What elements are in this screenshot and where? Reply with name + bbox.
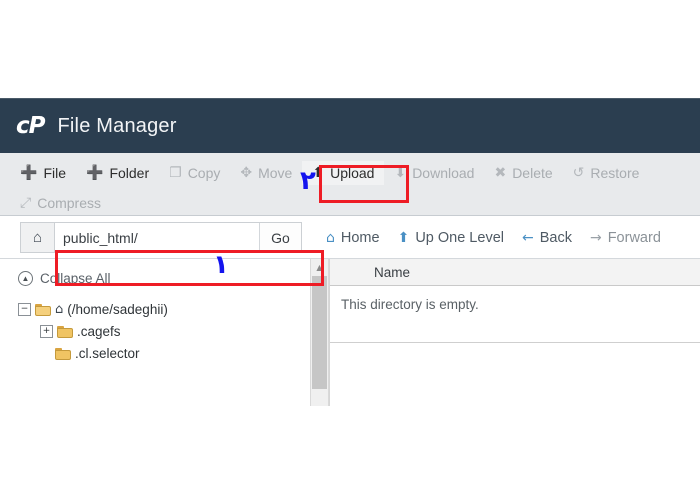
download-label: Download bbox=[412, 165, 475, 181]
nav-back-label: Back bbox=[539, 229, 572, 246]
home-icon: ⌂ bbox=[32, 229, 43, 246]
collapse-circle-icon: ▲ bbox=[18, 271, 33, 286]
move-button[interactable]: ✥ Move bbox=[230, 161, 302, 185]
main-content-split: ▲ Collapse All − ⌂ (/home/sadeghii) + .c… bbox=[0, 259, 700, 406]
plus-icon: ➕ bbox=[20, 165, 38, 181]
plus-icon: ➕ bbox=[86, 165, 104, 181]
tree-item-home[interactable]: − ⌂ (/home/sadeghii) bbox=[18, 298, 310, 320]
delete-icon: ✖ bbox=[494, 165, 507, 181]
nav-up-one-level-button[interactable]: ⬆ Up One Level bbox=[390, 226, 512, 250]
arrow-up-icon: ⬆ bbox=[397, 229, 410, 246]
compress-label: Compress bbox=[37, 195, 101, 211]
nav-forward-button[interactable]: → Forward bbox=[582, 226, 669, 250]
empty-directory-message: This directory is empty. bbox=[341, 297, 479, 312]
copy-icon: ❐ bbox=[169, 165, 182, 181]
home-icon: ⌂ bbox=[55, 301, 64, 317]
nav-home-button[interactable]: ⌂ Home bbox=[318, 226, 388, 250]
download-button[interactable]: ⬇ Download bbox=[384, 161, 484, 185]
file-listing-pane: Name This directory is empty. bbox=[329, 259, 700, 406]
folder-icon bbox=[55, 347, 71, 360]
column-header-name[interactable]: Name bbox=[330, 265, 410, 280]
upload-label: Upload bbox=[330, 165, 375, 181]
arrow-right-icon: → bbox=[589, 229, 602, 246]
restore-label: Restore bbox=[590, 165, 640, 181]
tree-item-label: (/home/sadeghii) bbox=[67, 301, 168, 317]
toolbar-row-secondary: ⤢ Compress bbox=[0, 188, 700, 218]
copy-label: Copy bbox=[187, 165, 221, 181]
delete-button[interactable]: ✖ Delete bbox=[484, 161, 562, 185]
file-manager-window: cP File Manager ➕ File ➕ Folder ❐ Copy ✥… bbox=[0, 98, 700, 406]
folder-open-icon bbox=[35, 303, 51, 316]
new-folder-button[interactable]: ➕ Folder bbox=[76, 161, 159, 185]
home-icon: ⌂ bbox=[326, 229, 335, 246]
collapse-all-button[interactable]: ▲ Collapse All bbox=[18, 271, 310, 286]
nav-up-label: Up One Level bbox=[415, 229, 504, 246]
path-navigation-bar: ⌂ Go ⌂ Home ⬆ Up One Level ← Back bbox=[0, 216, 700, 259]
nav-home-label: Home bbox=[340, 229, 380, 246]
tree-item-cagefs[interactable]: + .cagefs bbox=[18, 320, 310, 342]
upload-button[interactable]: ⬆ Upload bbox=[302, 161, 385, 185]
directory-nav-links: ⌂ Home ⬆ Up One Level ← Back → Forward bbox=[318, 222, 669, 253]
tree-item-label: .cagefs bbox=[77, 323, 121, 339]
delete-label: Delete bbox=[512, 165, 553, 181]
collapse-all-label: Collapse All bbox=[40, 271, 111, 286]
home-shortcut-button[interactable]: ⌂ bbox=[20, 222, 54, 253]
tree-pane-scrollbar[interactable]: ▲ bbox=[310, 259, 329, 406]
path-input[interactable] bbox=[55, 223, 259, 252]
go-button[interactable]: Go bbox=[259, 223, 301, 252]
new-file-label: File bbox=[43, 165, 66, 181]
file-listing-header: Name bbox=[330, 259, 700, 286]
nav-forward-label: Forward bbox=[607, 229, 661, 246]
restore-button[interactable]: ↺ Restore bbox=[563, 161, 650, 185]
collapse-toggle-icon[interactable]: − bbox=[18, 302, 31, 316]
compress-button[interactable]: ⤢ Compress bbox=[10, 191, 111, 215]
scroll-up-arrow-icon[interactable]: ▲ bbox=[311, 259, 328, 275]
move-label: Move bbox=[258, 165, 293, 181]
action-toolbar: ➕ File ➕ Folder ❐ Copy ✥ Move ⬆ Upload ⬇… bbox=[0, 153, 700, 216]
directory-tree-pane: ▲ Collapse All − ⌂ (/home/sadeghii) + .c… bbox=[0, 259, 310, 406]
path-input-group: Go bbox=[54, 222, 302, 253]
app-titlebar: cP File Manager bbox=[0, 98, 700, 153]
tree-item-label: .cl.selector bbox=[75, 345, 140, 361]
upload-icon: ⬆ bbox=[312, 165, 325, 181]
copy-button[interactable]: ❐ Copy bbox=[159, 161, 230, 185]
screenshot-root: cP File Manager ➕ File ➕ Folder ❐ Copy ✥… bbox=[0, 0, 700, 500]
toolbar-row-primary: ➕ File ➕ Folder ❐ Copy ✥ Move ⬆ Upload ⬇… bbox=[0, 158, 700, 188]
arrow-left-icon: ← bbox=[521, 229, 534, 246]
directory-tree: − ⌂ (/home/sadeghii) + .cagefs .cl.selec… bbox=[18, 298, 310, 364]
new-file-button[interactable]: ➕ File bbox=[10, 161, 76, 185]
page-title: File Manager bbox=[57, 114, 177, 137]
tree-item-cl-selector[interactable]: .cl.selector bbox=[18, 342, 310, 364]
expand-toggle-icon[interactable]: + bbox=[40, 324, 53, 338]
scrollbar-thumb[interactable] bbox=[312, 276, 327, 389]
folder-icon bbox=[57, 325, 73, 338]
move-icon: ✥ bbox=[240, 165, 253, 181]
nav-back-button[interactable]: ← Back bbox=[514, 226, 580, 250]
expand-toggle-placeholder bbox=[40, 348, 51, 359]
download-icon: ⬇ bbox=[394, 165, 407, 181]
new-folder-label: Folder bbox=[109, 165, 150, 181]
compress-icon: ⤢ bbox=[20, 195, 32, 211]
cpanel-logo-icon: cP bbox=[16, 112, 45, 139]
restore-icon: ↺ bbox=[572, 165, 585, 181]
listing-divider bbox=[330, 342, 700, 343]
